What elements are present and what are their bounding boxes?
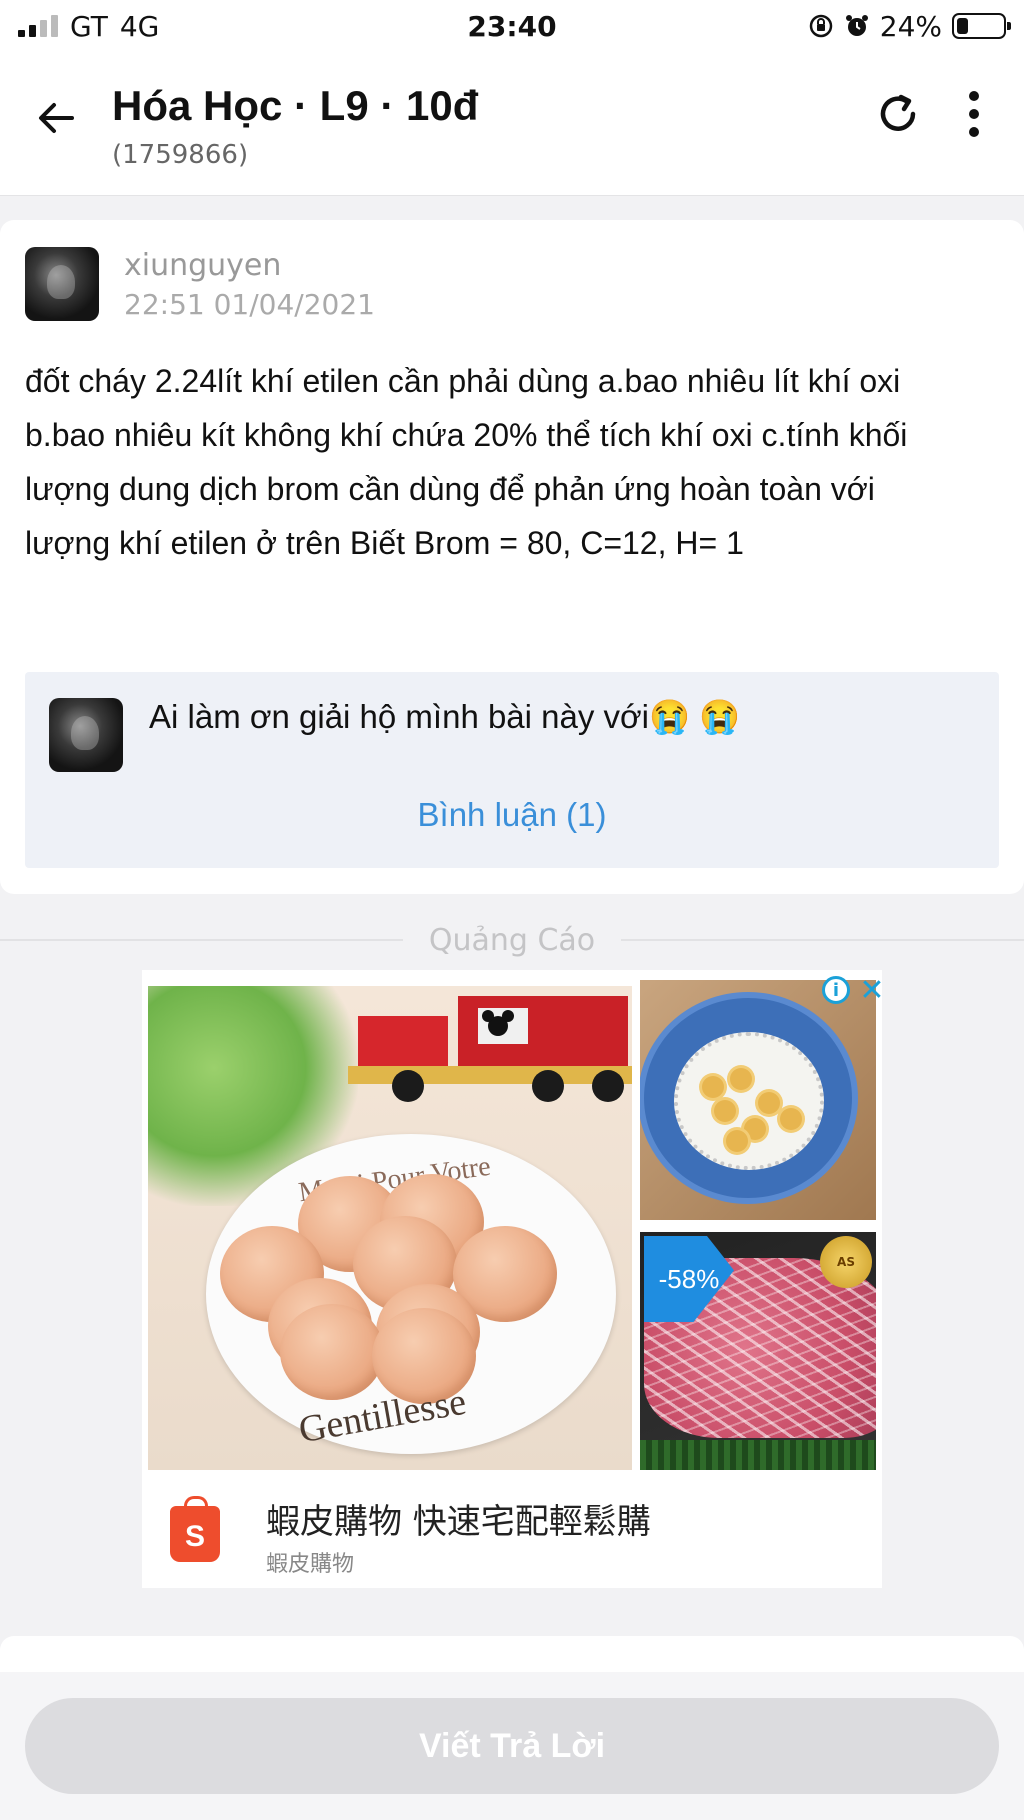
comment-avatar[interactable] — [49, 698, 123, 772]
comment-text: Ai làm ơn giải hộ mình bài này với😭 😭 — [149, 698, 741, 735]
ad-side-image-top[interactable] — [640, 980, 876, 1220]
toy-train-image — [348, 996, 632, 1102]
shopee-logo-icon: S — [170, 1496, 220, 1562]
status-left: GT 4G — [18, 10, 159, 43]
separator-line — [621, 939, 1024, 941]
more-button[interactable] — [950, 84, 998, 144]
mini-cookie — [702, 1076, 724, 1098]
next-answer-card — [0, 1636, 1024, 1676]
status-bar: GT 4G 23:40 24% — [0, 0, 1024, 52]
grass-decoration — [640, 1440, 876, 1470]
ad-separator: Quảng Cáo — [0, 918, 1024, 962]
battery-icon — [952, 13, 1011, 39]
separator-line — [0, 939, 403, 941]
info-icon[interactable]: i — [822, 976, 850, 1004]
rotation-lock-icon — [808, 13, 834, 39]
app-header: Hóa Học · L9 · 10đ (1759866) — [0, 52, 1024, 196]
ad-banner[interactable]: Merci Pour Votre Gentillesse i ✕ -58% AS… — [142, 970, 885, 1588]
comment-box: Ai làm ơn giải hộ mình bài này với😭 😭 Bì… — [25, 672, 999, 868]
avatar[interactable] — [25, 247, 99, 321]
question-card: xiunguyen 22:51 01/04/2021 đốt cháy 2.24… — [0, 220, 1024, 894]
ad-title[interactable]: 蝦皮購物 快速宅配輕鬆購 — [266, 1494, 651, 1543]
ad-brand: 蝦皮購物 — [266, 1552, 355, 1577]
ad-main-image[interactable]: Merci Pour Votre Gentillesse — [148, 986, 632, 1470]
mini-cookie — [758, 1092, 780, 1114]
question-timestamp: 22:51 01/04/2021 — [124, 288, 375, 321]
battery-fill — [957, 18, 968, 34]
mini-cookie — [730, 1068, 752, 1090]
question-username[interactable]: xiunguyen — [124, 248, 281, 283]
alarm-icon — [844, 13, 870, 39]
question-text: đốt cháy 2.24lít khí etilen cần phải dùn… — [25, 363, 908, 561]
carrier-label: GT — [70, 9, 108, 43]
battery-percent: 24% — [879, 9, 942, 43]
comments-link[interactable]: Bình luận (1) — [25, 796, 999, 834]
bottom-bar: Viết Trả Lời — [0, 1672, 1024, 1820]
more-vertical-icon — [969, 91, 979, 137]
page-title: Hóa Học · L9 · 10đ — [112, 82, 479, 129]
status-right: 24% — [808, 9, 1011, 43]
ad-side-image-bottom[interactable]: -58% AS — [640, 1232, 876, 1470]
ad-footer[interactable]: S 蝦皮購物 快速宅配輕鬆購 蝦皮購物 — [142, 1476, 882, 1588]
ad-label: Quảng Cáo — [428, 922, 596, 958]
arrow-left-icon — [39, 103, 74, 133]
reload-icon — [880, 94, 916, 131]
mini-cookie — [726, 1130, 748, 1152]
question-id: (1759866) — [112, 140, 249, 170]
cookie-image — [280, 1304, 384, 1400]
network-label: 4G — [119, 9, 160, 43]
back-button[interactable] — [28, 90, 84, 146]
write-answer-button[interactable]: Viết Trả Lời — [25, 1698, 999, 1794]
close-icon[interactable]: ✕ — [858, 973, 886, 1008]
ad-controls: i ✕ — [822, 973, 886, 1008]
gold-badge: AS — [820, 1236, 872, 1288]
signal-icon — [18, 15, 58, 37]
mini-cookie — [780, 1108, 802, 1130]
mini-cookie — [714, 1100, 736, 1122]
reload-button[interactable] — [868, 84, 928, 144]
doily-image — [674, 1032, 824, 1170]
